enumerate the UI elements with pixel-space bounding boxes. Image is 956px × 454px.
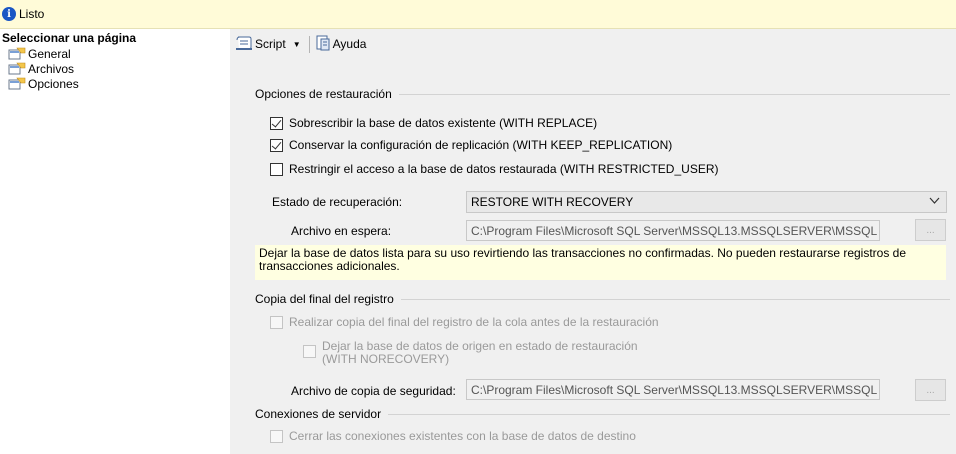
standby-file-field[interactable]: C:\Program Files\Microsoft SQL Server\MS…: [466, 220, 880, 241]
norecovery-label-line1: Dejar la base de datos de origen en esta…: [322, 339, 638, 353]
toolbar-separator: [308, 35, 310, 53]
with-replace-label: Sobrescribir la base de datos existente …: [289, 116, 598, 130]
status-bar: i Listo: [0, 0, 956, 29]
page-icon: [8, 62, 26, 75]
sidebar-item-archivos[interactable]: Archivos: [0, 61, 230, 76]
sidebar-title: Seleccionar una página: [0, 29, 230, 46]
norecovery-option[interactable]: Dejar la base de datos de origen en esta…: [303, 340, 638, 366]
norecovery-label-line2: (WITH NORECOVERY): [322, 352, 450, 366]
backup-tail-label: Realizar copia del final del registro de…: [289, 315, 659, 329]
backup-tail-checkbox[interactable]: [270, 315, 283, 329]
page-icon: [8, 47, 26, 60]
recovery-state-select[interactable]: RESTORE WITH RECOVERY: [466, 191, 947, 213]
keep-replication-option[interactable]: Conservar la configuración de replicació…: [270, 138, 672, 152]
restricted-user-label: Restringir el acceso a la base de datos …: [289, 162, 719, 176]
status-text: Listo: [19, 7, 45, 21]
close-connections-checkbox[interactable]: [270, 429, 283, 443]
sidebar: Seleccionar una página General Archivos …: [0, 29, 230, 454]
sidebar-item-label: Archivos: [28, 61, 75, 76]
sidebar-item-label: General: [28, 46, 71, 61]
script-icon: [235, 35, 253, 54]
help-icon: [315, 35, 331, 54]
script-label: Script: [255, 37, 286, 51]
recovery-description: Dejar la base de datos lista para su uso…: [255, 245, 946, 280]
backup-file-field[interactable]: C:\Program Files\Microsoft SQL Server\MS…: [466, 379, 880, 400]
section-title: Copia del final del registro: [255, 292, 394, 306]
recovery-state-label: Estado de recuperación:: [272, 195, 403, 209]
help-button[interactable]: Ayuda: [315, 35, 367, 54]
backup-file-label: Archivo de copia de seguridad:: [291, 384, 456, 398]
restore-options-header: Opciones de restauración: [255, 87, 950, 101]
sidebar-item-general[interactable]: General: [0, 46, 230, 61]
script-button[interactable]: Script ▼: [235, 35, 301, 54]
section-divider: [388, 413, 950, 415]
close-connections-label: Cerrar las conexiones existentes con la …: [289, 429, 636, 443]
backup-tail-option[interactable]: Realizar copia del final del registro de…: [270, 315, 659, 329]
backup-file-browse-button[interactable]: ...: [915, 379, 946, 401]
server-connections-header: Conexiones de servidor: [255, 407, 950, 421]
help-label: Ayuda: [332, 37, 367, 51]
recovery-state-value: RESTORE WITH RECOVERY: [471, 195, 634, 209]
norecovery-checkbox[interactable]: [303, 345, 316, 358]
keep-replication-checkbox[interactable]: [270, 138, 283, 152]
standby-browse-button[interactable]: ...: [915, 219, 946, 241]
info-icon: i: [2, 7, 16, 21]
options-panel: Script ▼ Ayuda Opciones de restauración …: [230, 29, 956, 454]
with-replace-checkbox[interactable]: [270, 116, 283, 130]
restricted-user-option[interactable]: Restringir el acceso a la base de datos …: [270, 162, 719, 176]
with-replace-option[interactable]: Sobrescribir la base de datos existente …: [270, 116, 597, 130]
chevron-down-icon[interactable]: ▼: [293, 40, 301, 49]
chevron-down-icon: [929, 196, 940, 208]
section-divider: [400, 298, 950, 300]
restricted-user-checkbox[interactable]: [270, 162, 283, 176]
toolbar: Script ▼ Ayuda: [230, 29, 956, 59]
section-divider: [398, 93, 950, 95]
close-connections-option[interactable]: Cerrar las conexiones existentes con la …: [270, 429, 636, 443]
section-title: Opciones de restauración: [255, 87, 392, 101]
section-title: Conexiones de servidor: [255, 407, 382, 421]
sidebar-item-label: Opciones: [28, 76, 79, 91]
tail-log-header: Copia del final del registro: [255, 292, 950, 306]
keep-replication-label: Conservar la configuración de replicació…: [289, 138, 673, 152]
sidebar-item-opciones[interactable]: Opciones: [0, 76, 230, 91]
norecovery-label: Dejar la base de datos de origen en esta…: [322, 340, 638, 366]
standby-file-label: Archivo en espera:: [291, 224, 392, 238]
page-icon: [8, 77, 26, 90]
